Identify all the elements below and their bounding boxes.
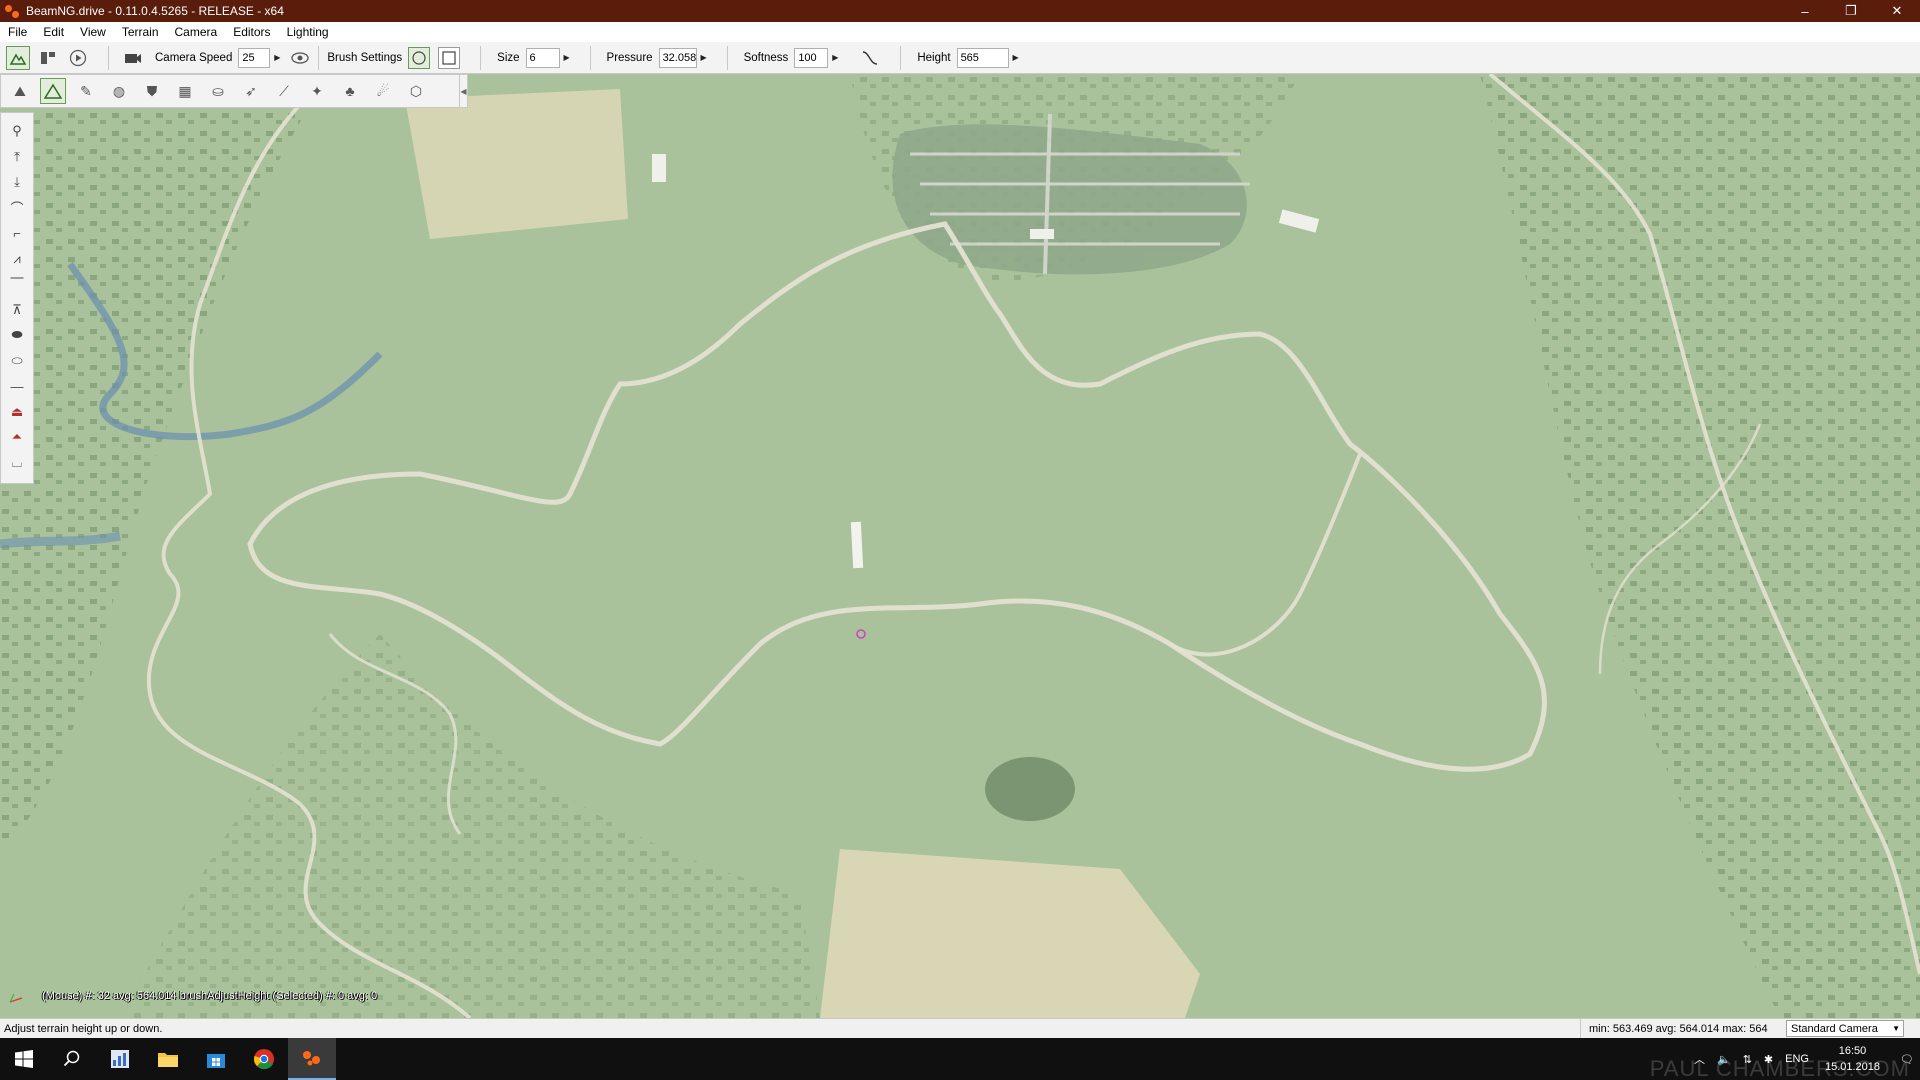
camera-speed-arrow-icon[interactable]: ▶ bbox=[270, 48, 284, 68]
main-toolbar: Camera Speed 25 ▶ Brush Settings Size 6 … bbox=[0, 42, 1920, 74]
menu-bar: File Edit View Terrain Camera Editors Li… bbox=[0, 22, 1920, 42]
axis-gizmo-icon bbox=[9, 993, 23, 1003]
pressure-label: Pressure bbox=[606, 51, 653, 64]
title-bar: BeamNG.drive - 0.11.0.4.5265 - RELEASE -… bbox=[0, 0, 1920, 22]
shield-icon[interactable]: ⛊ bbox=[139, 78, 165, 104]
forest-icon[interactable]: ♣ bbox=[337, 78, 363, 104]
size-input[interactable]: 6 bbox=[525, 47, 560, 68]
chrome-icon[interactable] bbox=[240, 1038, 288, 1080]
terrain-view bbox=[0, 74, 1920, 1018]
square-brush-button[interactable] bbox=[438, 46, 461, 69]
menu-edit[interactable]: Edit bbox=[43, 25, 64, 39]
size-arrow-icon[interactable]: ▶ bbox=[560, 48, 574, 68]
paint-noise-icon[interactable]: ⩘ bbox=[5, 247, 29, 271]
status-message: Adjust terrain height up or down. bbox=[4, 1022, 163, 1035]
terrain-editor-icon[interactable] bbox=[6, 45, 30, 70]
restore-button[interactable]: ❐ bbox=[1828, 0, 1874, 22]
datablock-icon[interactable]: ▦ bbox=[172, 78, 198, 104]
flatten-to-icon[interactable]: ⌴ bbox=[5, 451, 29, 475]
terrain-import-icon[interactable]: ⛰ bbox=[7, 78, 33, 104]
lower-height-icon[interactable]: ⤓ bbox=[5, 170, 29, 194]
softness-label: Softness bbox=[743, 51, 789, 64]
restore-terrain-icon[interactable]: ⬭ bbox=[5, 349, 29, 373]
camera-mode-value: Standard Camera bbox=[1791, 1022, 1878, 1035]
height-stats: min: 563.469 avg: 564.014 max: 564 bbox=[1580, 1019, 1768, 1038]
road-icon[interactable]: ➶ bbox=[238, 78, 264, 104]
menu-terrain[interactable]: Terrain bbox=[122, 25, 159, 39]
window-controls: – ❐ ✕ bbox=[1782, 0, 1920, 22]
status-bar: Adjust terrain height up or down. min: 5… bbox=[0, 1018, 1920, 1038]
terrain-edit-tool-icon[interactable] bbox=[40, 78, 66, 104]
circle-brush-button[interactable] bbox=[408, 46, 431, 69]
play-icon[interactable] bbox=[66, 46, 90, 70]
height-arrow-icon[interactable]: ▶ bbox=[1009, 48, 1023, 68]
task-manager-icon[interactable] bbox=[96, 1038, 144, 1080]
softness-input[interactable]: 100 bbox=[794, 47, 829, 68]
smooth-slope-icon[interactable]: ⌐ bbox=[5, 221, 29, 245]
size-label: Size bbox=[497, 51, 520, 64]
select-terrain-icon[interactable]: ⚲ bbox=[5, 119, 29, 143]
toolbar-separator bbox=[318, 45, 320, 70]
toolbar-separator bbox=[726, 45, 728, 70]
mesh-road-icon[interactable]: ⟋ bbox=[271, 78, 297, 104]
toolbar-separator bbox=[108, 45, 109, 70]
pressure-input[interactable]: 32.058 bbox=[658, 47, 697, 68]
menu-file[interactable]: File bbox=[8, 25, 27, 39]
terrain-tool-palette: ⛰ ✎ ◍ ⛊ ▦ ⛀ ➶ ⟋ ✦ ♣ ☄ ⬡ ◀ bbox=[0, 74, 468, 108]
camera-mode-select[interactable]: Standard Camera ▼ bbox=[1786, 1020, 1904, 1037]
editor-viewport[interactable] bbox=[0, 74, 1920, 1018]
softness-curve-icon[interactable] bbox=[858, 46, 882, 70]
pressure-arrow-icon[interactable]: ▶ bbox=[697, 48, 711, 68]
shape-icon[interactable]: ⬡ bbox=[403, 78, 429, 104]
eye-icon[interactable] bbox=[288, 46, 312, 70]
windows-start-icon[interactable] bbox=[0, 1038, 48, 1080]
raise-height-icon[interactable]: ⤒ bbox=[5, 145, 29, 169]
menu-view[interactable]: View bbox=[80, 25, 106, 39]
menu-lighting[interactable]: Lighting bbox=[287, 25, 329, 39]
toolbar-separator bbox=[900, 45, 902, 70]
store-icon[interactable] bbox=[192, 1038, 240, 1080]
height-label: Height bbox=[917, 51, 951, 64]
toolbar-separator bbox=[589, 45, 591, 70]
chevron-down-icon: ▼ bbox=[1892, 1024, 1900, 1033]
camera-speed-label: Camera Speed bbox=[155, 51, 233, 64]
adjust-height-icon[interactable]: ⏏ bbox=[5, 400, 29, 424]
terrain-paint-icon[interactable]: ✎ bbox=[73, 78, 99, 104]
empty-adjust-icon[interactable]: ⏶ bbox=[5, 425, 29, 449]
camera-icon[interactable] bbox=[121, 46, 145, 70]
windows-taskbar: ︿ 🔈 ⇅ ✱ ENG 16:50 15.01.2018 🗨 bbox=[0, 1038, 1920, 1080]
clear-terrain-icon[interactable]: ⬬ bbox=[5, 323, 29, 347]
search-icon[interactable] bbox=[48, 1038, 96, 1080]
camera-speed-input[interactable]: 25 bbox=[238, 47, 271, 68]
menu-editors[interactable]: Editors bbox=[233, 25, 270, 39]
world-icon[interactable]: ◍ bbox=[106, 78, 132, 104]
brush-debug-readout: (Mouse) #: 32 avg: 564.014 brushAdjustHe… bbox=[42, 990, 378, 1002]
object-palette-icon[interactable] bbox=[36, 46, 60, 70]
flatten-icon[interactable]: ⎺ bbox=[5, 272, 29, 296]
file-explorer-icon[interactable] bbox=[144, 1038, 192, 1080]
window-title: BeamNG.drive - 0.11.0.4.5265 - RELEASE -… bbox=[26, 4, 284, 18]
watermark-text: PAUL CHAMBERS.COM bbox=[1649, 1056, 1910, 1080]
softness-arrow-icon[interactable]: ▶ bbox=[828, 48, 842, 68]
height-input[interactable]: 565 bbox=[956, 47, 1009, 68]
divider-line-icon: — bbox=[10, 378, 24, 394]
smooth-icon[interactable]: ⌒ bbox=[5, 196, 29, 220]
collapse-arrow-icon[interactable]: ◀ bbox=[459, 75, 467, 107]
minimize-button[interactable]: – bbox=[1782, 0, 1828, 22]
brush-settings-label: Brush Settings bbox=[327, 51, 403, 64]
decal-icon[interactable]: ✦ bbox=[304, 78, 330, 104]
close-button[interactable]: ✕ bbox=[1874, 0, 1920, 22]
beamng-taskbar-icon[interactable] bbox=[288, 1038, 336, 1080]
river-icon[interactable]: ⛀ bbox=[205, 78, 231, 104]
particle-icon[interactable]: ☄ bbox=[370, 78, 396, 104]
set-height-icon[interactable]: ⊼ bbox=[5, 298, 29, 322]
toolbar-separator bbox=[480, 45, 482, 70]
terrain-brush-palette: ⚲ ⤒ ⤓ ⌒ ⌐ ⩘ ⎺ ⊼ ⬬ ⬭ — ⏏ ⏶ ⌴ bbox=[0, 112, 34, 484]
menu-camera[interactable]: Camera bbox=[175, 25, 218, 39]
beamng-logo-icon bbox=[4, 3, 20, 19]
